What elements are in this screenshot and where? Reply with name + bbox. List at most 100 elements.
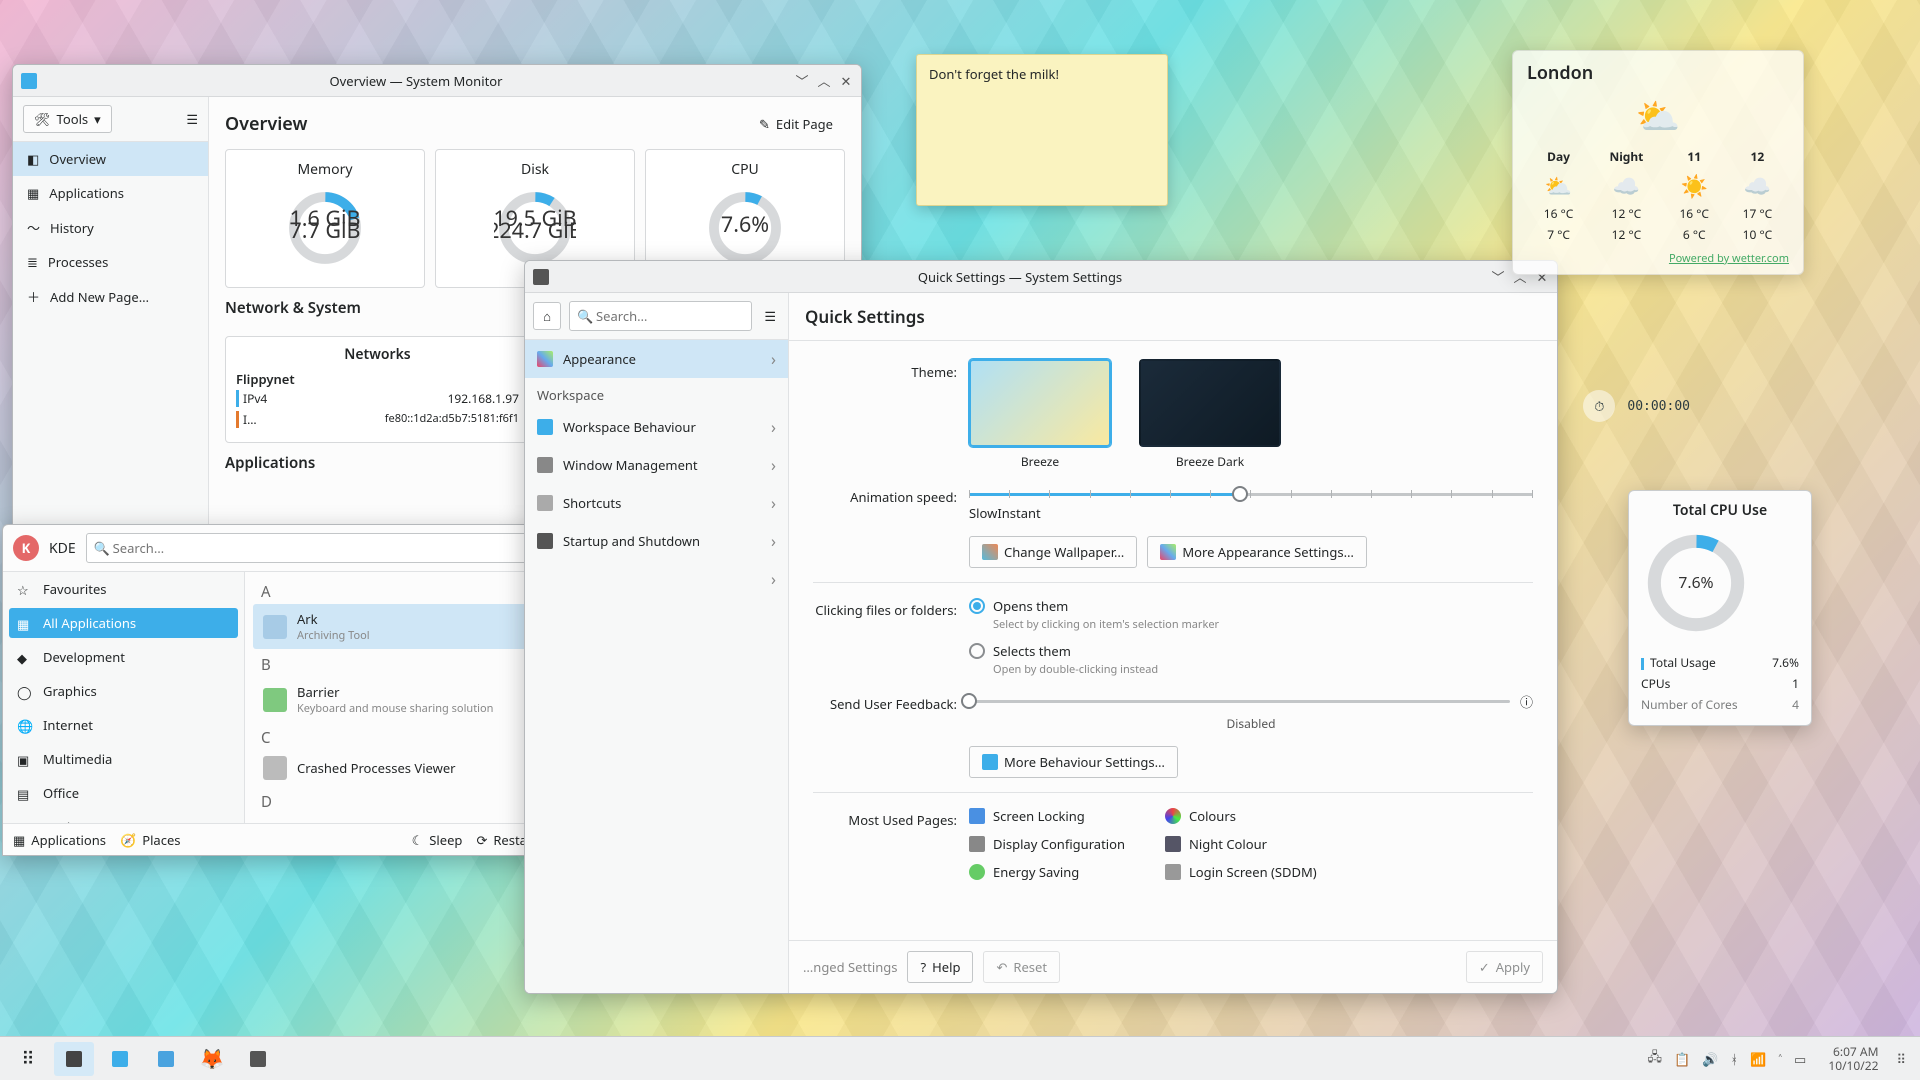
link-colours[interactable]: Colours [1165,807,1335,825]
user-avatar[interactable]: K [13,535,39,561]
footer-applications-tab[interactable]: ▦Applications [13,831,106,849]
footer-places-tab[interactable]: 🧭Places [120,831,181,849]
launcher-categories: ☆Favourites ▦All Applications ◆Developme… [3,572,245,823]
sidebar-item-processes[interactable]: ≣Processes [13,245,208,279]
system-monitor-icon [21,73,37,89]
help-button[interactable]: ?Help [907,951,973,983]
tray-bluetooth-icon[interactable]: ᚼ [1730,1050,1738,1068]
nav-item-window-management[interactable]: Window Management [525,446,788,484]
firefox-icon: 🦊 [200,1045,225,1072]
image-icon [250,1051,266,1067]
reset-button[interactable]: ↶Reset [983,951,1060,983]
home-button[interactable]: ⌂ [533,302,561,330]
nav-item-startup-shutdown[interactable]: Startup and Shutdown [525,522,788,560]
tray-expand-icon[interactable]: ˄ [1778,1050,1782,1068]
nav-item-appearance[interactable]: Appearance [525,340,788,378]
nav-item-more[interactable] [525,560,788,598]
feedback-slider[interactable] [969,691,1510,711]
link-energy-saving[interactable]: Energy Saving [969,863,1139,881]
appearance-icon [537,351,553,367]
link-night-colour[interactable]: Night Colour [1165,835,1335,853]
cpu-donut-chart: 7.6% [704,187,786,269]
animation-speed-label: Animation speed: [813,484,969,522]
hamburger-icon[interactable]: ☰ [760,307,780,325]
sleep-button[interactable]: ☾Sleep [412,831,463,849]
link-display-config[interactable]: Display Configuration [969,835,1139,853]
link-login-screen[interactable]: Login Screen (SDDM) [1165,863,1335,881]
sidebar-item-overview[interactable]: ◧Overview [13,142,208,176]
task-dolphin[interactable] [146,1042,186,1076]
taskbar-clock[interactable]: 6:07 AM 10/10/22 [1828,1045,1878,1073]
start-button[interactable]: ⠿ [8,1042,48,1076]
display-icon [969,836,985,852]
animation-speed-slider[interactable] [969,484,1533,504]
keyboard-icon [537,495,553,511]
sticky-note[interactable]: Don't forget the milk! [916,54,1168,206]
hamburger-icon[interactable]: ☰ [186,110,198,128]
radio-opens-them[interactable]: Opens them [969,597,1533,615]
settings-search-input[interactable] [569,301,752,331]
more-appearance-button[interactable]: More Appearance Settings… [1147,536,1367,568]
task-image-viewer[interactable] [238,1042,278,1076]
sidebar-item-history[interactable]: 〜History [13,210,208,245]
edit-page-button[interactable]: ✎ Edit Page [747,109,845,139]
system-settings-titlebar[interactable]: Quick Settings — System Settings ﹀ ︿ ✕ [525,261,1557,293]
launcher-search-input[interactable] [86,533,589,563]
nav-item-workspace-behaviour[interactable]: Workspace Behaviour [525,408,788,446]
nav-group-workspace: Workspace [525,378,788,408]
system-monitor-titlebar[interactable]: Overview — System Monitor ﹀ ︿ ✕ [13,65,861,97]
theme-option-breeze[interactable]: Breeze [969,359,1111,470]
svg-text:7.7 GiB: 7.7 GiB [289,216,360,245]
apply-button[interactable]: ✓Apply [1466,951,1543,983]
weather-attribution-link[interactable]: Powered by wetter.com [1527,251,1789,266]
grid-icon: ▦ [17,615,33,631]
theme-option-breeze-dark[interactable]: Breeze Dark [1139,359,1281,470]
sidebar-item-applications[interactable]: ▦Applications [13,176,208,210]
category-graphics[interactable]: ◯Graphics [3,674,244,708]
tray-volume-icon[interactable]: 🔊 [1702,1050,1718,1068]
discover-icon [112,1051,128,1067]
most-used-label: Most Used Pages: [813,807,969,881]
tools-menu-button[interactable]: 🛠 Tools ▾ [23,105,112,133]
category-development[interactable]: ◆Development [3,640,244,674]
timer-widget[interactable]: ⏱ 00:00:00 [1583,390,1690,422]
energy-icon [969,864,985,880]
check-icon: ✓ [1479,958,1490,976]
category-all-applications[interactable]: ▦All Applications [9,608,238,638]
category-settings[interactable]: ⚙Settings [3,810,244,823]
weather-now-icon: ⛅ [1527,91,1789,140]
nav-item-shortcuts[interactable]: Shortcuts [525,484,788,522]
change-wallpaper-button[interactable]: Change Wallpaper… [969,536,1137,568]
close-icon[interactable]: ✕ [839,74,853,88]
search-icon: 🔍 [94,539,110,557]
link-screen-locking[interactable]: Screen Locking [969,807,1139,825]
minimize-icon[interactable]: ﹀ [1491,270,1505,284]
maximize-icon[interactable]: ︿ [817,74,831,88]
undo-icon: ↶ [996,958,1007,976]
media-icon: ▣ [17,751,33,767]
category-office[interactable]: ▤Office [3,776,244,810]
task-system-monitor[interactable] [54,1042,94,1076]
folder-icon [158,1051,174,1067]
category-internet[interactable]: 🌐Internet [3,708,244,742]
tray-battery-icon[interactable]: ▭ [1794,1050,1806,1068]
chevron-right-icon [771,530,776,552]
system-monitor-icon [66,1051,82,1067]
category-favourites[interactable]: ☆Favourites [3,572,244,606]
info-icon[interactable]: ⓘ [1520,692,1533,711]
category-multimedia[interactable]: ▣Multimedia [3,742,244,776]
barrier-icon [263,688,287,712]
sidebar-item-add-page[interactable]: ＋Add New Page… [13,279,208,314]
overview-icon: ◧ [27,150,39,168]
tray-network-icon[interactable]: 🖧 [1647,1047,1662,1070]
task-firefox[interactable]: 🦊 [192,1042,232,1076]
radio-selects-them[interactable]: Selects them [969,642,1533,660]
pencil-icon: ✎ [759,115,770,133]
show-desktop-icon[interactable]: ⠿ [1890,1050,1912,1068]
minimize-icon[interactable]: ﹀ [795,74,809,88]
svg-text:224.7 GiB: 224.7 GiB [494,216,576,245]
more-behaviour-button[interactable]: More Behaviour Settings… [969,746,1178,778]
tray-wifi-icon[interactable]: 📶 [1750,1050,1766,1068]
tray-clipboard-icon[interactable]: 📋 [1674,1050,1690,1068]
task-discover[interactable] [100,1042,140,1076]
